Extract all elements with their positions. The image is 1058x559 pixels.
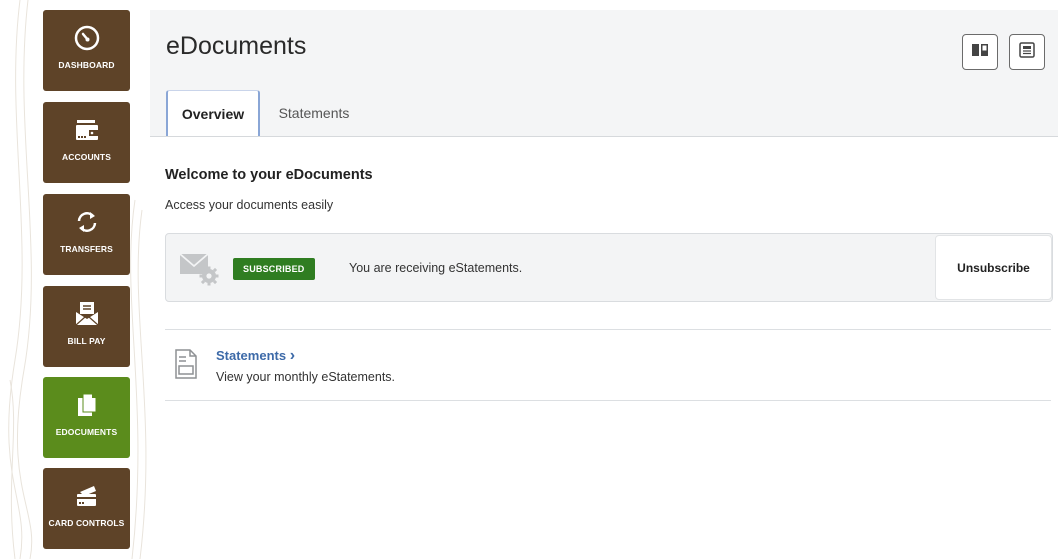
sidebar-item-label: EDOCUMENTS [55,427,118,437]
welcome-subtitle: Access your documents easily [165,198,334,212]
subscription-panel: SUBSCRIBED You are receiving eStatements… [165,233,1053,302]
section-divider [165,329,1051,330]
page-header: eDocuments Overview Statements [150,10,1058,137]
sidebar-item-label: ACCOUNTS [62,152,111,162]
status-badge: SUBSCRIBED [233,258,315,280]
sidebar-item-label: TRANSFERS [60,244,113,254]
unsubscribe-button[interactable]: Unsubscribe [935,235,1052,300]
section-divider [165,400,1051,401]
book-icon [971,41,989,64]
sidebar-item-dashboard[interactable]: DASHBOARD [43,10,130,91]
statements-link-label: Statements [216,348,287,363]
main-panel: eDocuments Overview Statements Welcome t… [150,10,1058,559]
sidebar-item-accounts[interactable]: ACCOUNTS [43,102,130,183]
sidebar-item-label: DASHBOARD [58,60,115,70]
card-controls-icon [73,482,101,510]
document-icon [73,391,101,419]
bill-envelope-icon [73,300,101,328]
mail-settings-icon [179,252,219,286]
statements-link[interactable]: Statements › [216,347,295,365]
book-button[interactable] [962,34,998,70]
statement-document-icon [175,349,197,379]
welcome-heading: Welcome to your eDocuments [165,167,373,183]
tab-bar: Overview Statements [166,90,368,136]
newspaper-icon [1018,41,1036,64]
sidebar-item-label: BILL PAY [67,336,106,346]
transfer-arrows-icon [73,208,101,236]
wallet-icon [73,116,101,144]
newspaper-button[interactable] [1009,34,1045,70]
subscription-message: You are receiving eStatements. [349,261,523,275]
page-title: eDocuments [166,32,307,60]
statements-description: View your monthly eStatements. [216,370,396,384]
sidebar-item-edocuments[interactable]: EDOCUMENTS [43,377,130,458]
sidebar-item-label: CARD CONTROLS [48,518,125,528]
chevron-right-icon: › [289,347,296,364]
sidebar-item-card-controls[interactable]: CARD CONTROLS [43,468,130,549]
tab-overview[interactable]: Overview [166,90,260,136]
sidebar-item-bill-pay[interactable]: BILL PAY [43,286,130,367]
sidebar-item-transfers[interactable]: TRANSFERS [43,194,130,275]
speedometer-icon [73,24,101,52]
tab-statements[interactable]: Statements [260,90,368,135]
